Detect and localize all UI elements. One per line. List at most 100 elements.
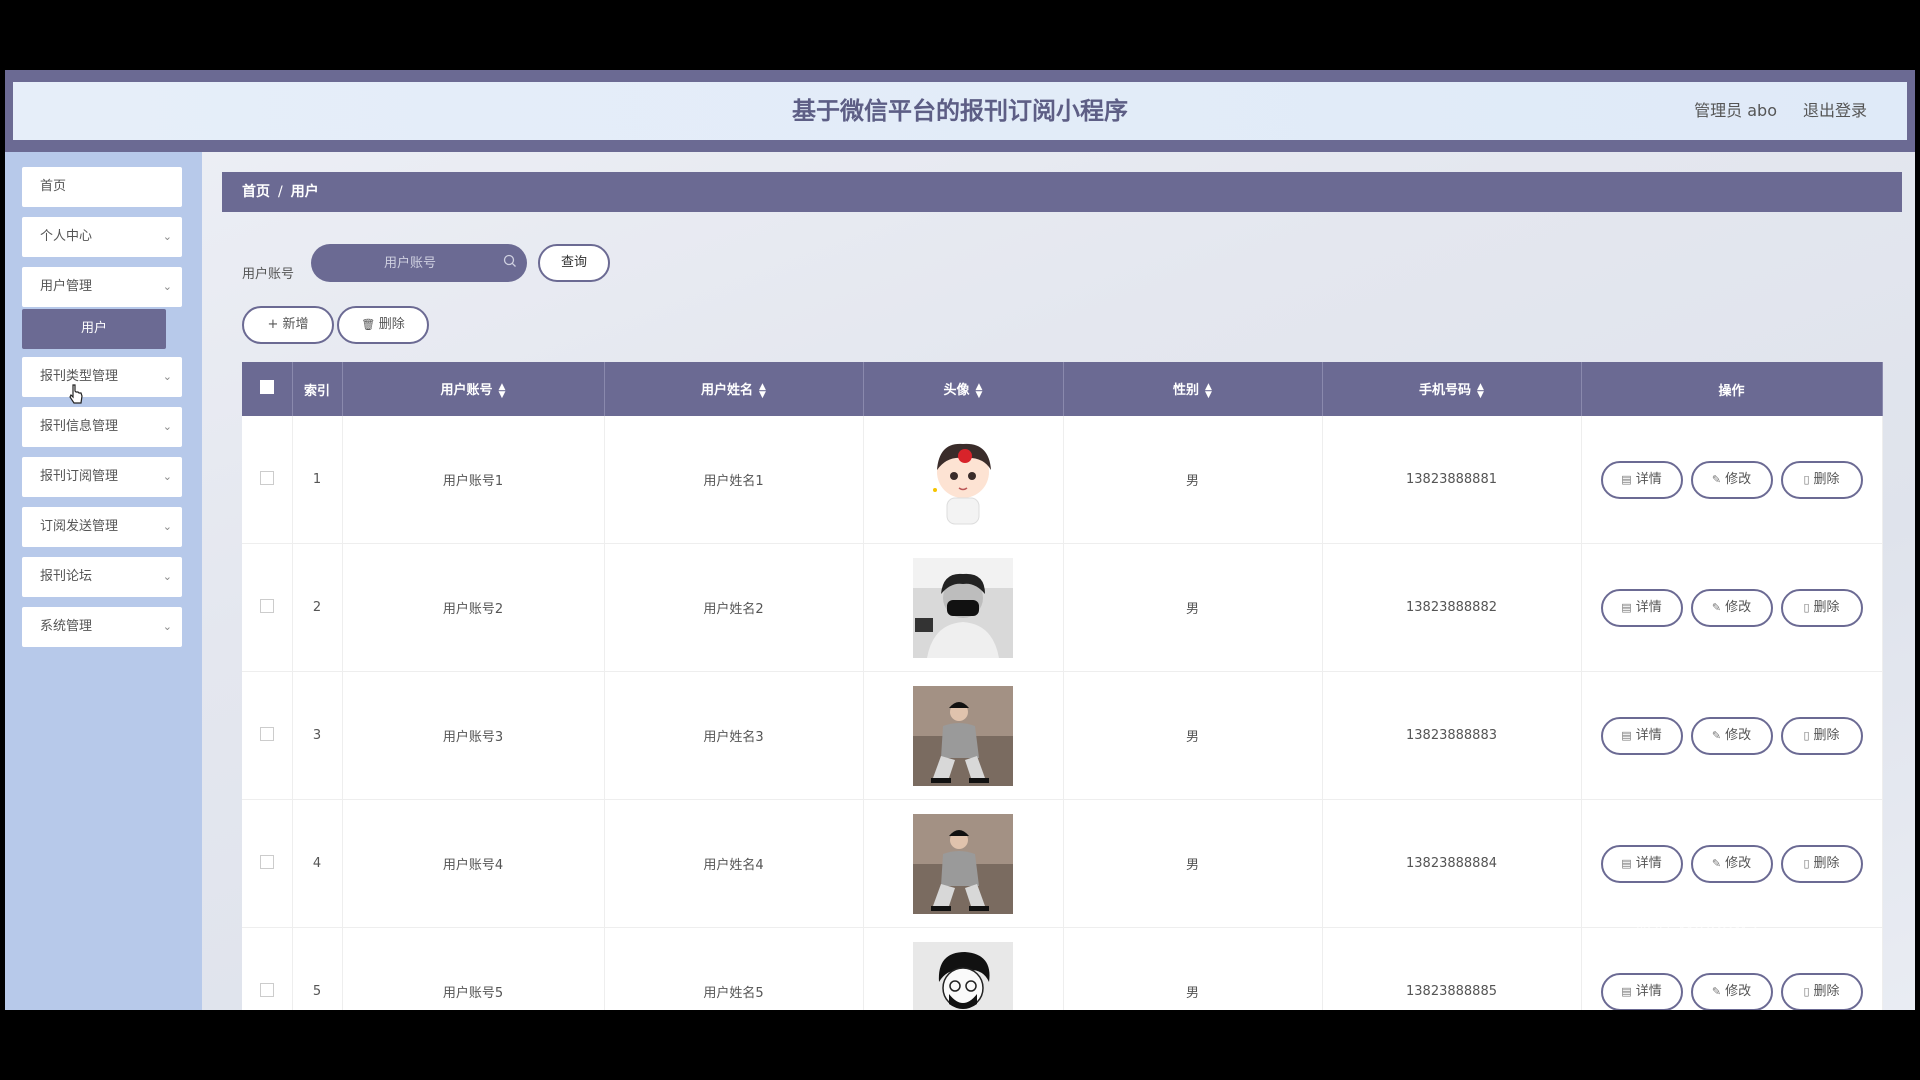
trash-icon: ▯ — [1803, 600, 1810, 614]
delete-button-label: 删除 — [1813, 471, 1840, 487]
cell-gender: 男 — [1063, 799, 1323, 928]
delete-button[interactable]: ▯ 删除 — [1780, 972, 1863, 1010]
sidebar-subitem-user[interactable]: 用户 — [22, 309, 166, 349]
delete-button[interactable]: ▯ 删除 — [1780, 716, 1863, 755]
mouse-cursor-icon — [69, 384, 83, 404]
app-window: 基于微信平台的报刊订阅小程序 管理员 abo 退出登录 首页 个人中心 ⌄ 用户… — [5, 70, 1915, 1010]
top-bar: 基于微信平台的报刊订阅小程序 管理员 abo 退出登录 — [5, 70, 1915, 152]
sidebar-item-label: 报刊论坛 — [40, 569, 93, 584]
sort-icon[interactable]: ▲ ▼ — [499, 382, 506, 399]
edit-button-label: 修改 — [1725, 471, 1752, 487]
activation-watermark-sub: 转到"设置"以激活 Windows。 — [1627, 939, 1819, 955]
detail-button[interactable]: ▤ 详情 — [1600, 460, 1683, 499]
pencil-icon: ✎ — [1711, 600, 1722, 614]
delete-button-label: 删除 — [1813, 855, 1840, 871]
search-input[interactable] — [311, 244, 527, 282]
document-icon: ▤ — [1621, 600, 1632, 614]
document-icon: ▤ — [1621, 728, 1632, 742]
sidebar-item-label: 报刊类型管理 — [40, 369, 119, 384]
row-checkbox[interactable] — [259, 982, 274, 997]
sidebar-item-label: 首页 — [40, 179, 67, 194]
sidebar-item-delivery[interactable]: 订阅发送管理 ⌄ — [22, 507, 182, 547]
sort-icon[interactable]: ▲ ▼ — [1477, 382, 1484, 399]
batch-delete-button[interactable]: 🗑 删除 — [337, 306, 429, 344]
sidebar-item-forum[interactable]: 报刊论坛 ⌄ — [22, 557, 182, 597]
sort-icon[interactable]: ▲ ▼ — [1205, 382, 1212, 399]
sidebar-item-personal-center[interactable]: 个人中心 ⌄ — [22, 217, 182, 257]
delete-button[interactable]: ▯ 删除 — [1780, 844, 1863, 883]
edit-button[interactable]: ✎ 修改 — [1690, 972, 1773, 1010]
select-all-cell — [242, 362, 293, 416]
column-header-label: 索引 — [303, 383, 330, 399]
chevron-down-icon: ⌄ — [162, 280, 172, 293]
query-button[interactable]: 查询 — [538, 244, 610, 282]
sidebar-item-newspaper-type[interactable]: 报刊类型管理 ⌄ — [22, 357, 182, 397]
sidebar-item-subscription[interactable]: 报刊订阅管理 ⌄ — [22, 457, 182, 497]
sidebar-item-user-management[interactable]: 用户管理 ⌄ — [22, 267, 182, 307]
column-header-gender[interactable]: 性别 ▲ ▼ — [1063, 362, 1323, 416]
delete-button[interactable]: ▯ 删除 — [1780, 588, 1863, 627]
edit-button[interactable]: ✎ 修改 — [1690, 844, 1773, 883]
chevron-down-icon: ⌄ — [162, 520, 172, 533]
delete-button-label: 删除 — [1813, 599, 1840, 615]
sidebar-item-system[interactable]: 系统管理 ⌄ — [22, 607, 182, 647]
cell-index: 2 — [292, 543, 343, 672]
sidebar-item-newspaper-info[interactable]: 报刊信息管理 ⌄ — [22, 407, 182, 447]
trash-icon: ▯ — [1803, 472, 1810, 486]
column-header-name[interactable]: 用户姓名 ▲ ▼ — [604, 362, 864, 416]
cell-account: 用户账号3 — [342, 671, 605, 800]
sidebar-item-home[interactable]: 首页 — [22, 167, 182, 207]
sort-icon[interactable]: ▲ ▼ — [759, 382, 766, 399]
row-select-cell — [242, 416, 293, 544]
masked-boy-photo — [864, 557, 1063, 658]
cell-phone: 13823888881 — [1322, 416, 1582, 544]
sort-icon[interactable]: ▲ ▼ — [976, 382, 983, 399]
row-checkbox[interactable] — [259, 726, 274, 741]
cell-phone: 13823888885 — [1322, 927, 1582, 1010]
logout-link[interactable]: 退出登录 — [1803, 82, 1867, 140]
breadcrumb-separator: / — [278, 184, 283, 200]
detail-button[interactable]: ▤ 详情 — [1600, 588, 1683, 627]
cartoon-boy-avatar — [864, 429, 1063, 530]
detail-button[interactable]: ▤ 详情 — [1600, 972, 1683, 1010]
column-header-label: 用户姓名 — [701, 383, 754, 399]
cell-gender: 男 — [1063, 543, 1323, 672]
row-checkbox[interactable] — [259, 854, 274, 869]
cell-avatar — [863, 799, 1064, 928]
add-button[interactable]: + 新增 — [242, 306, 334, 344]
chevron-down-icon: ⌄ — [162, 470, 172, 483]
cell-actions: ▤ 详情 ✎ 修改 ▯ 删除 — [1581, 416, 1883, 544]
delete-button[interactable]: ▯ 删除 — [1780, 460, 1863, 499]
sidebar-item-label: 报刊信息管理 — [40, 419, 119, 434]
document-icon: ▤ — [1621, 472, 1632, 486]
detail-button[interactable]: ▤ 详情 — [1600, 844, 1683, 883]
column-header-avatar[interactable]: 头像 ▲ ▼ — [863, 362, 1064, 416]
breadcrumb-home[interactable]: 首页 — [242, 184, 270, 200]
activation-watermark: 激活 Windows — [1635, 914, 1758, 935]
column-header-label: 手机号码 — [1419, 383, 1472, 399]
row-checkbox[interactable] — [259, 470, 274, 485]
admin-label: 管理员 abo — [1694, 101, 1777, 120]
row-checkbox[interactable] — [259, 598, 274, 613]
detail-button[interactable]: ▤ 详情 — [1600, 716, 1683, 755]
cell-account: 用户账号5 — [342, 927, 605, 1010]
sketch-boy-avatar — [864, 941, 1063, 1010]
sidebar-item-label: 个人中心 — [40, 229, 93, 244]
select-all-checkbox[interactable] — [259, 380, 274, 394]
edit-button[interactable]: ✎ 修改 — [1690, 716, 1773, 755]
cell-account: 用户账号2 — [342, 543, 605, 672]
edit-button[interactable]: ✎ 修改 — [1690, 460, 1773, 499]
detail-button-label: 详情 — [1635, 599, 1662, 615]
table-row: 2 用户账号2 用户姓名2 男 13823888882 ▤ 详情 ✎ 修改 ▯ 删除 — [242, 543, 1883, 672]
cell-avatar — [863, 927, 1064, 1010]
column-header-actions: 操作 — [1581, 362, 1883, 416]
cell-gender: 男 — [1063, 671, 1323, 800]
sitting-person-photo — [864, 813, 1063, 914]
cell-name: 用户姓名4 — [604, 799, 864, 928]
column-header-account[interactable]: 用户账号 ▲ ▼ — [342, 362, 605, 416]
edit-button[interactable]: ✎ 修改 — [1690, 588, 1773, 627]
cell-index: 3 — [292, 671, 343, 800]
column-header-phone[interactable]: 手机号码 ▲ ▼ — [1322, 362, 1582, 416]
plus-icon: + — [267, 317, 283, 332]
row-select-cell — [242, 927, 293, 1010]
